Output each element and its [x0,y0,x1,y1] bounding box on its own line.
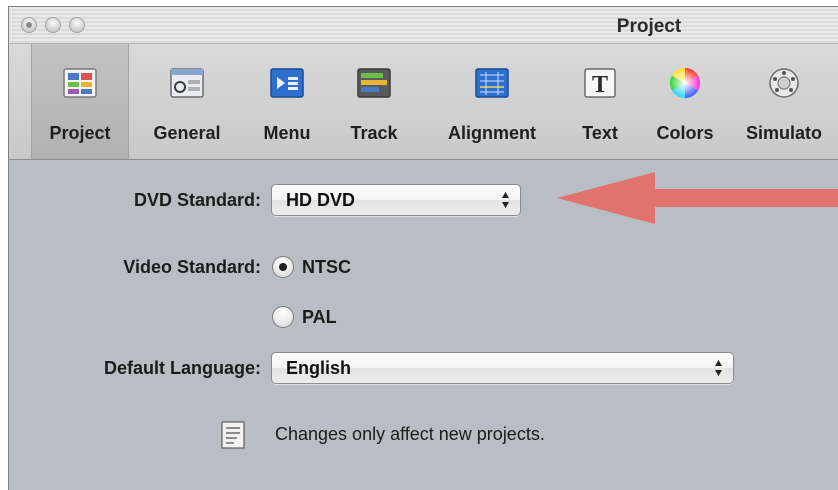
ntsc-label: NTSC [302,257,351,277]
general-prefs-icon [170,68,204,98]
tab-label: Text [582,123,618,143]
project-settings-panel: DVD Standard: HD DVD Video Standard: NTS… [9,160,838,490]
tab-colors[interactable]: Colors [642,44,728,159]
svg-text:T: T [592,72,608,98]
ntsc-radio[interactable] [272,256,294,278]
note-icon [221,421,245,449]
dvd-standard-label: DVD Standard: [133,190,261,210]
zoom-button[interactable] [69,17,85,33]
default-language-label: Default Language: [103,358,261,378]
tab-label: Alignment [448,123,536,143]
color-wheel-icon [669,68,701,98]
tab-track[interactable]: Track [334,44,414,159]
tab-simulator[interactable]: Simulato [738,44,838,159]
default-language-popup[interactable]: English [271,352,734,384]
changes-note: Changes only affect new projects. [275,424,545,444]
updown-arrows-icon [715,360,722,376]
simulator-dial-icon [769,68,799,98]
default-language-value: English [286,358,352,378]
tab-text[interactable]: T Text [565,44,635,159]
tab-label: Simulato [746,123,823,143]
close-button[interactable] [21,17,37,33]
pal-label: PAL [302,307,337,327]
dvd-standard-value: HD DVD [286,190,356,210]
tab-label: General [153,123,221,143]
tab-alignment[interactable]: Alignment [427,44,557,159]
preferences-window: Project Project General Menu Track Align… [8,6,838,490]
window-title: Project [616,16,682,37]
tab-label: Menu [263,123,311,143]
text-t-icon: T [584,68,616,98]
title-bar[interactable]: Project [9,7,838,44]
annotation-arrow [557,172,838,224]
updown-arrows-icon [502,192,509,208]
menu-icon [270,68,304,98]
tab-menu[interactable]: Menu [247,44,327,159]
dvd-standard-popup[interactable]: HD DVD [271,184,521,216]
alignment-grid-icon [475,68,509,98]
minimize-button[interactable] [45,17,61,33]
tab-general[interactable]: General [137,44,237,159]
track-timeline-icon [357,68,391,98]
video-standard-label: Video Standard: [123,257,261,277]
tab-label: Track [350,123,398,143]
preferences-toolbar: Project General Menu Track Alignment T T… [9,44,838,160]
pal-radio[interactable] [272,306,294,328]
tab-project[interactable]: Project [31,44,129,159]
project-grid-icon [63,68,97,98]
tab-label: Project [49,123,111,143]
tab-label: Colors [656,123,714,143]
